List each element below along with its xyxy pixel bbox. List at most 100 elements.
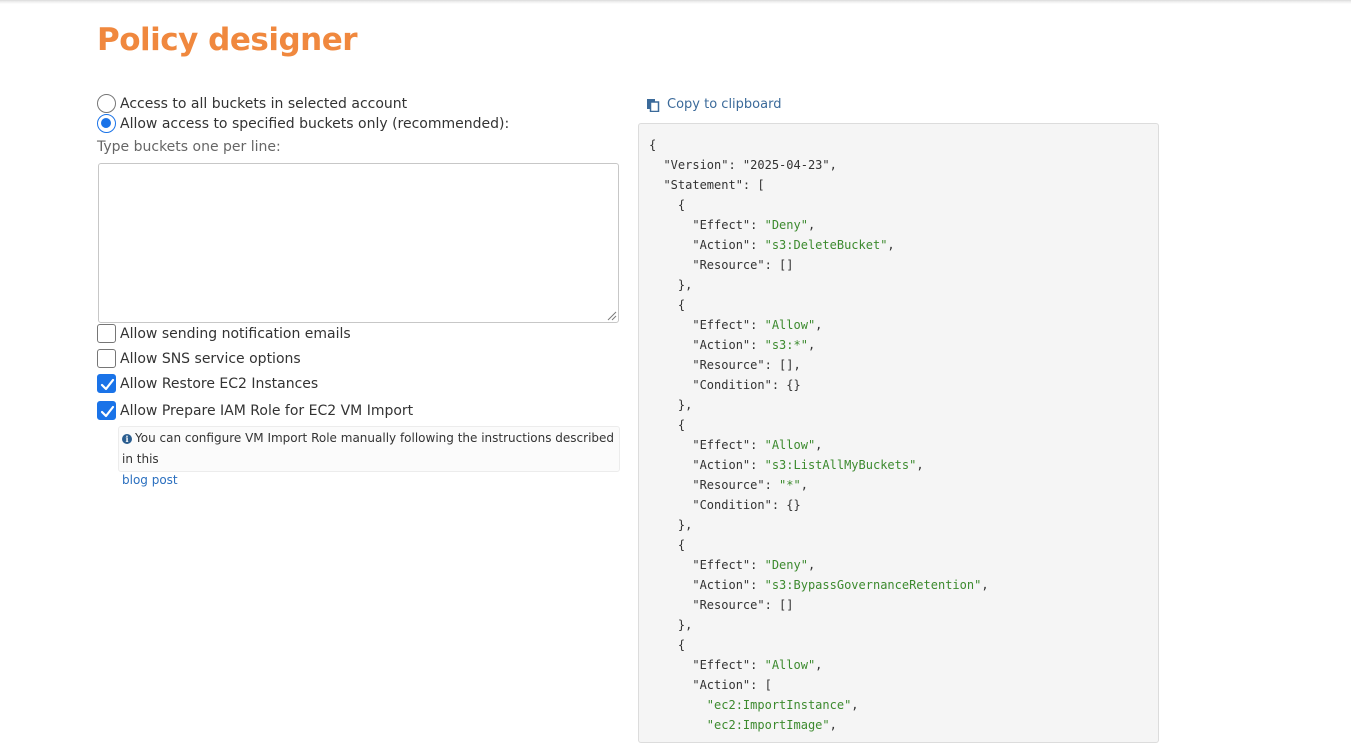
info-text: You can configure VM Import Role manuall… bbox=[122, 431, 615, 466]
policy-code-text: "Effect": bbox=[649, 558, 765, 572]
policy-code-line: "Effect": "Allow", bbox=[649, 655, 989, 675]
policy-json-code: { "Version": "2025-04-23", "Statement": … bbox=[649, 135, 989, 735]
policy-code-line: "Resource": "*", bbox=[649, 475, 989, 495]
policy-code-text: "Action": bbox=[649, 578, 765, 592]
policy-code-text: , bbox=[807, 558, 816, 572]
blog-post-link[interactable]: blog post bbox=[122, 473, 178, 487]
policy-code-text: "Action": bbox=[649, 238, 765, 252]
prepare-iam-label: Allow Prepare IAM Role for EC2 VM Import bbox=[120, 402, 414, 419]
policy-code-text: "Condition": {} bbox=[649, 498, 801, 512]
access-specified-option[interactable]: Allow access to specified buckets only (… bbox=[97, 114, 509, 133]
policy-code-text: "Resource": [] bbox=[649, 598, 794, 612]
access-specified-radio[interactable] bbox=[97, 114, 116, 133]
policy-code-text: { bbox=[649, 298, 686, 312]
copy-to-clipboard-button[interactable]: Copy to clipboard bbox=[646, 97, 781, 112]
policy-code-line: "Version": "2025-04-23", bbox=[649, 155, 989, 175]
policy-code-line: { bbox=[649, 535, 989, 555]
policy-code-text bbox=[649, 718, 707, 732]
policy-code-text: "Effect": bbox=[649, 218, 765, 232]
policy-code-line: { bbox=[649, 635, 989, 655]
policy-code-text: }, bbox=[649, 518, 693, 532]
policy-string-value: "s3:BypassGovernanceRetention" bbox=[764, 578, 982, 592]
policy-code-text: "Condition": {} bbox=[649, 378, 801, 392]
policy-code-text: "Effect": bbox=[649, 318, 765, 332]
access-all-option[interactable]: Access to all buckets in selected accoun… bbox=[97, 94, 407, 113]
restore-ec2-checkbox[interactable] bbox=[97, 374, 116, 393]
policy-code-line: }, bbox=[649, 275, 989, 295]
resize-grip-icon[interactable] bbox=[606, 310, 617, 321]
copy-to-clipboard-label: Copy to clipboard bbox=[667, 97, 782, 112]
policy-code-line: "Action": "s3:ListAllMyBuckets", bbox=[649, 455, 989, 475]
policy-code-line: }, bbox=[649, 615, 989, 635]
sns-service-checkbox[interactable] bbox=[97, 349, 116, 368]
access-specified-label: Allow access to specified buckets only (… bbox=[120, 115, 510, 132]
prepare-iam-option[interactable]: Allow Prepare IAM Role for EC2 VM Import bbox=[97, 401, 413, 420]
policy-code-line: "Effect": "Deny", bbox=[649, 215, 989, 235]
policy-code-text: }, bbox=[649, 398, 693, 412]
policy-code-line: "ec2:ImportImage", bbox=[649, 715, 989, 735]
policy-string-value: "Allow" bbox=[764, 438, 816, 452]
policy-code-text: "Action": bbox=[649, 338, 765, 352]
policy-code-text: , bbox=[981, 578, 989, 592]
buckets-textarea[interactable] bbox=[98, 163, 619, 323]
policy-code-text: , bbox=[800, 478, 808, 492]
policy-code-text: "Action": bbox=[649, 458, 765, 472]
policy-code-text: { bbox=[649, 638, 686, 652]
policy-code-text: , bbox=[807, 338, 816, 352]
policy-code-line: "ec2:ImportInstance", bbox=[649, 695, 989, 715]
policy-code-line: { bbox=[649, 135, 989, 155]
page-title: Policy designer bbox=[97, 22, 358, 58]
policy-json-panel: { "Version": "2025-04-23", "Statement": … bbox=[638, 123, 1159, 743]
policy-code-text: "Version": bbox=[649, 158, 743, 172]
policy-code-line: "Condition": {} bbox=[649, 375, 989, 395]
policy-code-text: }, bbox=[649, 618, 693, 632]
notification-emails-label: Allow sending notification emails bbox=[120, 325, 351, 342]
policy-code-line: "Condition": {} bbox=[649, 495, 989, 515]
sns-service-option[interactable]: Allow SNS service options bbox=[97, 349, 301, 368]
policy-code-text: , bbox=[916, 458, 924, 472]
sns-service-label: Allow SNS service options bbox=[120, 350, 301, 367]
policy-code-line: "Resource": [] bbox=[649, 595, 989, 615]
notification-emails-option[interactable]: Allow sending notification emails bbox=[97, 324, 351, 343]
policy-code-text: "Resource": [], bbox=[649, 358, 801, 372]
policy-code-line: "Action": [ bbox=[649, 675, 989, 695]
policy-string-value: "ec2:ImportInstance" bbox=[706, 698, 852, 712]
policy-code-line: }, bbox=[649, 515, 989, 535]
info-icon: i bbox=[122, 434, 132, 444]
access-all-radio[interactable] bbox=[97, 94, 116, 113]
policy-code-line: "Effect": "Deny", bbox=[649, 555, 989, 575]
policy-string-value: "Deny" bbox=[764, 558, 808, 572]
policy-code-text: { bbox=[649, 198, 686, 212]
policy-string-value: "Deny" bbox=[764, 218, 808, 232]
vm-import-info: i You can configure VM Import Role manual… bbox=[118, 426, 620, 487]
policy-code-text: , bbox=[829, 158, 837, 172]
policy-code-text: "Resource": [] bbox=[649, 258, 794, 272]
notification-emails-checkbox[interactable] bbox=[97, 324, 116, 343]
restore-ec2-option[interactable]: Allow Restore EC2 Instances bbox=[97, 374, 318, 393]
policy-code-line: }, bbox=[649, 395, 989, 415]
policy-code-line: "Statement": [ bbox=[649, 175, 989, 195]
policy-code-text: "Statement": [ bbox=[649, 178, 765, 192]
policy-code-text: , bbox=[887, 238, 895, 252]
policy-code-line: "Effect": "Allow", bbox=[649, 315, 989, 335]
policy-string-value: "*" bbox=[779, 478, 801, 492]
top-border bbox=[0, 0, 1351, 4]
policy-string-value: "s3:ListAllMyBuckets" bbox=[764, 458, 917, 472]
policy-code-line: "Resource": [] bbox=[649, 255, 989, 275]
policy-code-line: "Resource": [], bbox=[649, 355, 989, 375]
policy-string-value: "ec2:ImportImage" bbox=[706, 718, 830, 732]
policy-code-text: "Resource": bbox=[649, 478, 780, 492]
buckets-label: Type buckets one per line: bbox=[97, 139, 281, 155]
policy-code-line: { bbox=[649, 415, 989, 435]
policy-code-text: , bbox=[815, 438, 823, 452]
policy-code-text: , bbox=[851, 698, 859, 712]
policy-string-value: "s3:*" bbox=[764, 338, 808, 352]
restore-ec2-label: Allow Restore EC2 Instances bbox=[120, 375, 319, 392]
access-all-label: Access to all buckets in selected accoun… bbox=[120, 95, 408, 112]
prepare-iam-checkbox[interactable] bbox=[97, 401, 116, 420]
policy-code-text: "Effect": bbox=[649, 438, 765, 452]
policy-code-text: { bbox=[649, 138, 657, 152]
policy-code-text: }, bbox=[649, 278, 693, 292]
policy-code-text: "Effect": bbox=[649, 658, 765, 672]
checkmark-icon bbox=[100, 378, 115, 391]
